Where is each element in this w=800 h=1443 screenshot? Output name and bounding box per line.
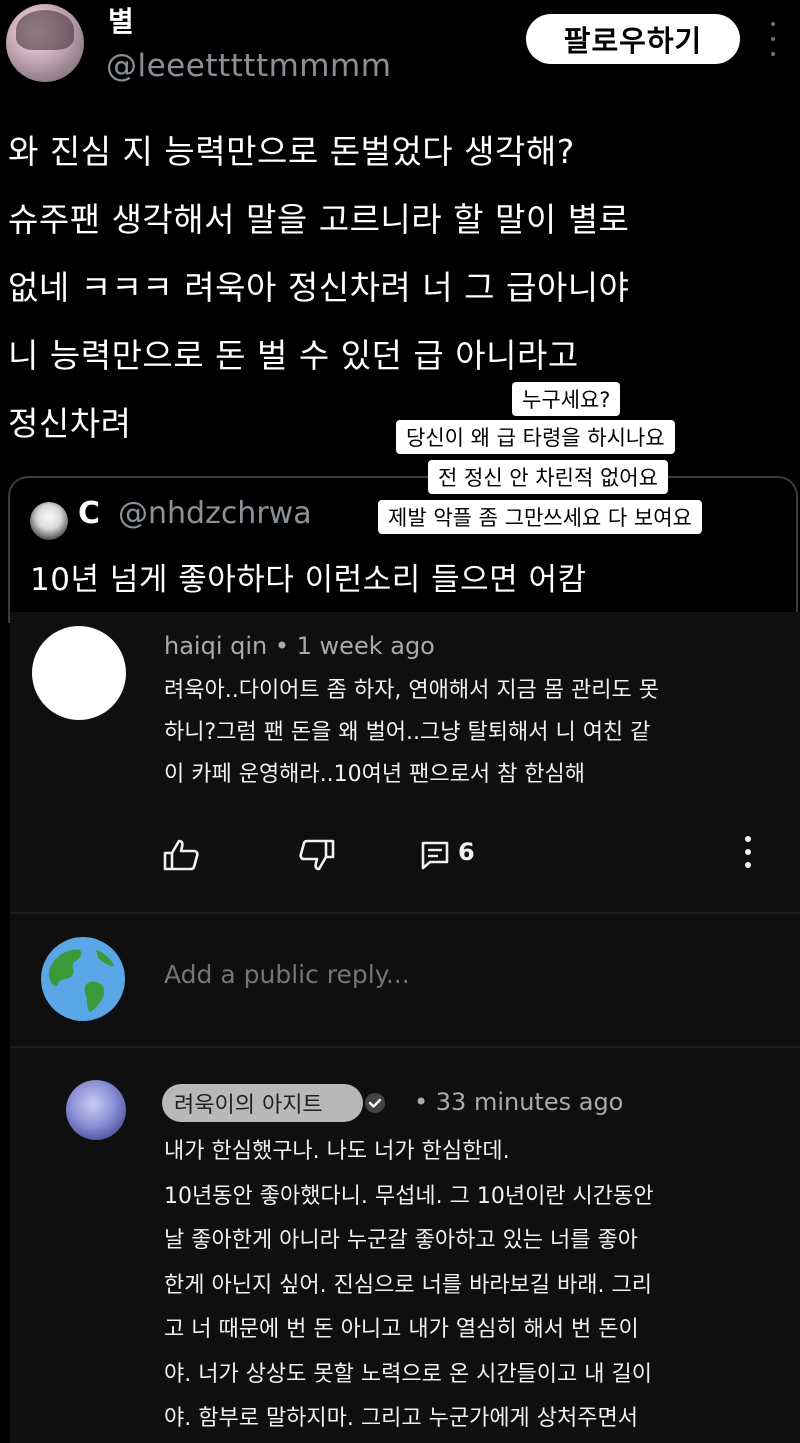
comment-timestamp: • 33 minutes ago	[414, 1088, 624, 1116]
commenter-avatar[interactable]	[32, 626, 126, 720]
comment-text: 내가 한심했구나. 나도 너가 한심한데. 10년동안 좋아했다니. 무섭네. …	[164, 1139, 654, 1431]
creator-avatar[interactable]	[66, 1080, 126, 1140]
comment-text: 려욱아..다이어트 좀 하자, 연애해서 지금 몸 관리도 못 하니?그럼 팬 …	[164, 678, 659, 787]
more-vert-icon[interactable]	[744, 836, 752, 868]
reply-icon[interactable]	[420, 840, 450, 870]
globe-icon	[41, 937, 125, 1021]
quoted-author-avatar	[30, 502, 68, 540]
follow-button[interactable]: 팔로우하기	[526, 14, 740, 64]
comment-meta: haiqi qin • 1 week ago	[164, 632, 435, 660]
quoted-author-name: C	[78, 496, 101, 531]
overlay-caption-2: 당신이 왜 급 타령을 하시나요	[396, 420, 675, 454]
like-icon[interactable]	[162, 838, 202, 872]
tweet-text: 와 진심 지 능력만으로 돈벌었다 생각해? 슈주팬 생각해서 말을 고르니라 …	[8, 132, 630, 443]
divider	[10, 912, 800, 914]
overlay-caption-3: 전 정신 안 차린적 없어요	[428, 460, 668, 494]
verified-check-icon	[365, 1093, 385, 1113]
reply-count[interactable]: 6	[458, 838, 475, 866]
creator-name: 려욱이의 아지트	[174, 1093, 323, 1118]
author-handle[interactable]: @leeetttttmmmm	[106, 48, 391, 84]
creator-name-badge[interactable]: 려욱이의 아지트	[162, 1084, 363, 1122]
divider	[10, 1046, 800, 1048]
author-avatar[interactable]	[6, 4, 84, 82]
quoted-tweet-text: 10년 넘게 좋아하다 이런소리 들으면 어캄	[30, 562, 587, 598]
quoted-author-handle: @nhdzchrwa	[118, 496, 312, 531]
dislike-icon[interactable]	[296, 838, 336, 872]
overlay-caption-4: 제발 악플 좀 그만쓰세요 다 보여요	[378, 500, 702, 534]
author-display-name[interactable]: 별	[108, 0, 134, 40]
reply-input[interactable]	[164, 960, 724, 989]
more-vert-icon[interactable]	[768, 22, 778, 56]
overlay-caption-1: 누구세요?	[512, 382, 621, 416]
